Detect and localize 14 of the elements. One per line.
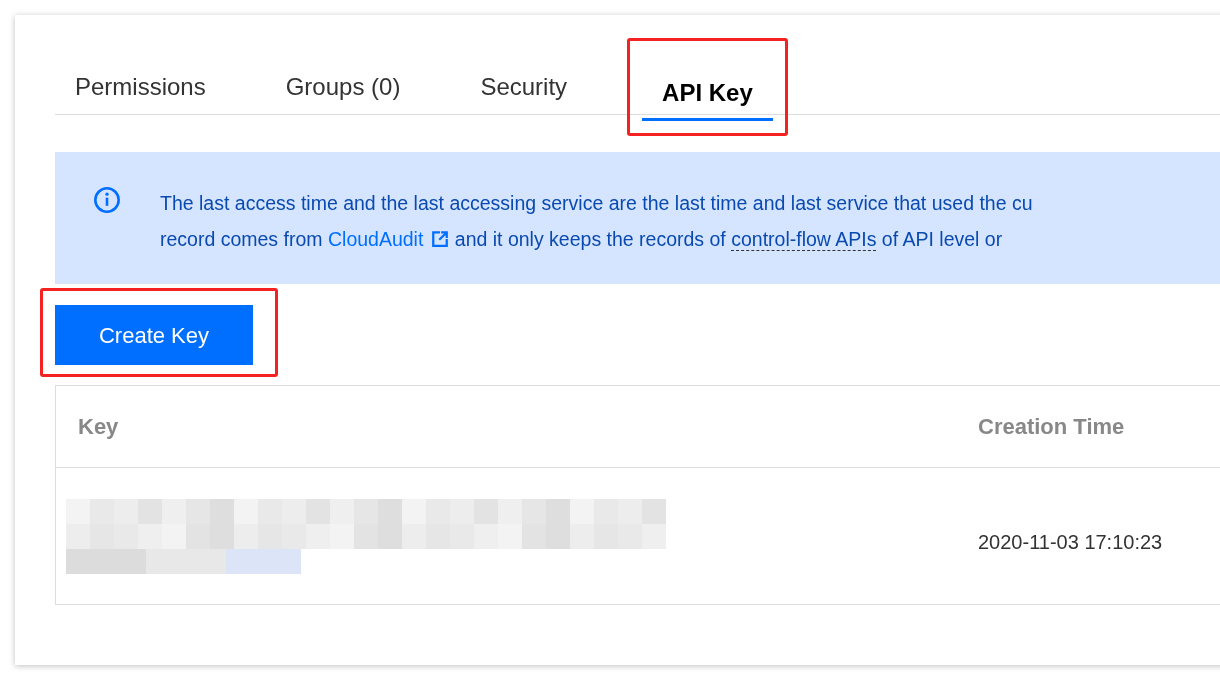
cloudaudit-link[interactable]: CloudAudit [327, 228, 424, 250]
tab[interactable]: Groups (0) [265, 60, 421, 114]
external-link-icon[interactable] [431, 230, 450, 248]
term-tooltip-link[interactable]: control-flow APIs [731, 228, 877, 251]
notice-text: record comes from CloudAudit and it only keeps the records of control-flow APIs of API level or [160, 227, 1004, 253]
table-cell-text: 2020-11-03 17:10:23 [977, 530, 1163, 555]
tab[interactable]: Permissions [55, 60, 226, 114]
tab[interactable]: Security [460, 60, 588, 114]
notice-text: The last access time and the last accessing service are the last time and last service that used the cu [160, 191, 1033, 216]
column-header: Key [77, 413, 119, 441]
column-header: Creation Time [977, 413, 1125, 441]
info-icon [93, 186, 121, 214]
create-key-button[interactable]: Create Key [55, 305, 253, 365]
tab[interactable]: API Key [642, 67, 773, 121]
